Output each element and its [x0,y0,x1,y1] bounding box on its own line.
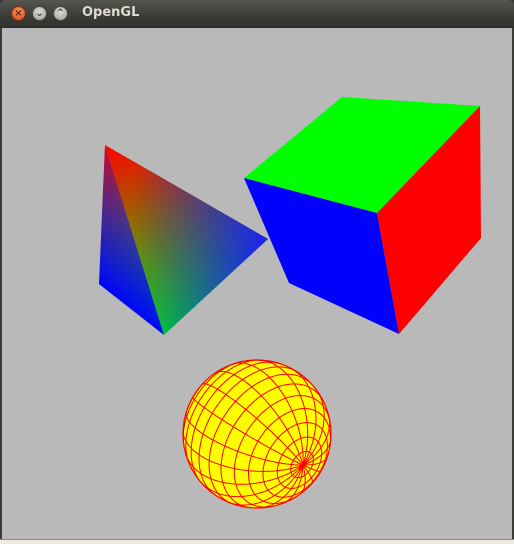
close-icon: × [14,7,23,19]
app-window: × ⌄ ⌃ OpenGL [0,0,514,544]
close-button[interactable]: × [11,6,26,21]
minimize-button[interactable]: ⌄ [32,6,47,21]
maximize-icon: ⌃ [56,7,65,19]
minimize-icon: ⌄ [35,7,44,19]
sphere [182,359,332,509]
title-bar[interactable]: × ⌄ ⌃ OpenGL [0,0,514,28]
opengl-canvas[interactable] [2,28,512,539]
cube [244,97,481,334]
window-bottom-border [0,539,514,544]
scene-svg [99,97,481,509]
pyramid [99,145,268,335]
window-title: OpenGL [82,5,140,20]
maximize-button[interactable]: ⌃ [53,6,68,21]
